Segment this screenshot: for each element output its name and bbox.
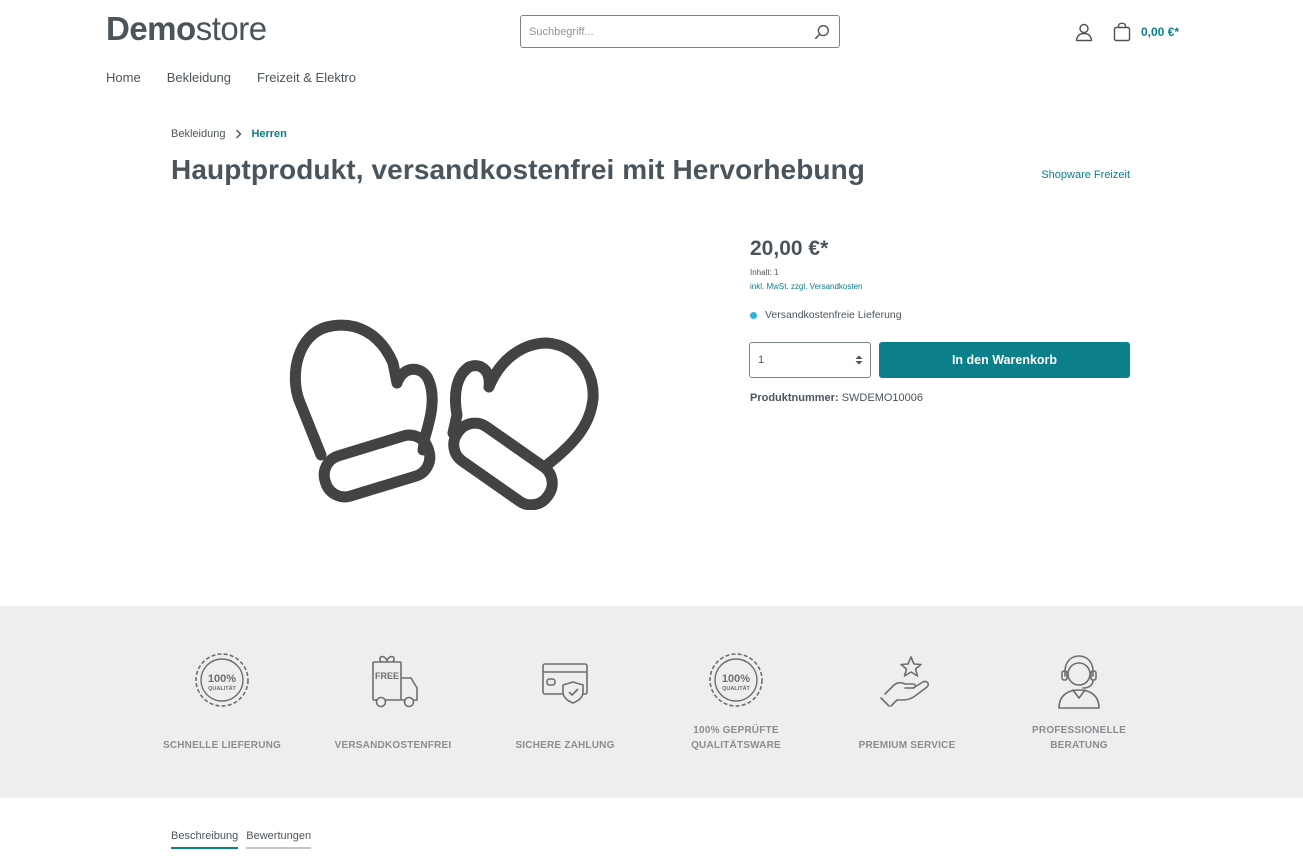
- seal-text-top: 100%: [208, 673, 236, 685]
- headset-agent-icon: [1058, 655, 1100, 709]
- seal-text-bottom: QUALITÄT: [208, 685, 236, 692]
- benefit-label: SCHNELLE LIEFERUNG: [162, 740, 282, 751]
- shopping-bag-icon: [1113, 22, 1131, 42]
- chevron-right-icon: [236, 129, 242, 139]
- nav-item-bekleidung[interactable]: Bekleidung: [167, 70, 231, 85]
- benefit-secure-payment: SICHERE ZAHLUNG: [479, 606, 651, 798]
- benefit-label: VERSANDKOSTENFREI: [334, 740, 452, 751]
- breadcrumb: Bekleidung Herren: [171, 128, 287, 140]
- secure-payment-card-icon: [542, 663, 588, 704]
- product-number-value: SWDEMO10006: [841, 392, 923, 404]
- logo-text-bold: Demo: [106, 10, 196, 47]
- benefits-section: 100% QUALITÄT SCHNELLE LIEFERUNG FREE VE…: [0, 606, 1303, 798]
- free-delivery-truck-icon: FREE: [372, 655, 418, 708]
- benefit-free-shipping: FREE VERSANDKOSTENFREI: [307, 606, 479, 798]
- benefit-label: SICHERE ZAHLUNG: [515, 740, 615, 751]
- tab-beschreibung[interactable]: Beschreibung: [171, 830, 239, 849]
- product-title: Hauptprodukt, versandkostenfrei mit Herv…: [171, 154, 866, 185]
- delivery-info: Versandkostenfreie Lieferung: [750, 309, 902, 321]
- benefit-professional-advice: PROFESSIONELLE BERATUNG: [993, 606, 1165, 798]
- cart-button[interactable]: 0,00 €*: [1112, 21, 1179, 43]
- benefit-label-line1: PROFESSIONELLE: [1032, 725, 1126, 736]
- store-logo[interactable]: Demostore: [106, 12, 267, 45]
- tax-shipping-link[interactable]: inkl. MwSt. zzgl. Versandkosten: [750, 282, 863, 291]
- tab-bewertungen[interactable]: Bewertungen: [246, 830, 312, 849]
- quantity-select[interactable]: 1: [749, 342, 871, 378]
- breadcrumb-item-herren[interactable]: Herren: [251, 128, 286, 140]
- quality-seal-icon: 100% QUALITÄT: [709, 653, 763, 707]
- benefit-premium-service: PREMIUM SERVICE: [821, 606, 993, 798]
- user-icon[interactable]: [1074, 22, 1094, 42]
- search-box: [520, 15, 840, 48]
- benefit-label-line1: 100% GEPRÜFTE: [693, 725, 779, 736]
- nav-item-freizeit-elektro[interactable]: Freizeit & Elektro: [257, 70, 356, 85]
- seal-text-top: 100%: [722, 673, 750, 685]
- benefit-label: PREMIUM SERVICE: [858, 740, 956, 751]
- seal-text-bottom: QUALITÄT: [722, 685, 750, 692]
- cart-total: 0,00 €*: [1141, 25, 1180, 39]
- add-to-cart-button[interactable]: In den Warenkorb: [879, 342, 1130, 378]
- quantity-value: 1: [758, 354, 765, 366]
- logo-text-light: store: [195, 10, 267, 47]
- product-number-label: Produktnummer:: [750, 392, 839, 404]
- product-detail-tabs: Beschreibung Bewertungen: [171, 830, 319, 849]
- main-navigation: Home Bekleidung Freizeit & Elektro: [106, 70, 382, 85]
- product-content-info: Inhalt: 1: [750, 268, 779, 277]
- search-input[interactable]: [521, 16, 801, 47]
- product-number: Produktnummer: SWDEMO10006: [750, 392, 923, 404]
- benefit-label-line2: QUALITÄTSWARE: [691, 740, 781, 751]
- sort-arrows-icon: [855, 355, 863, 365]
- benefit-label-line2: BERATUNG: [1050, 740, 1108, 751]
- delivery-status-dot: [750, 311, 757, 319]
- quality-seal-icon: 100% QUALITÄT: [195, 653, 249, 707]
- delivery-text: Versandkostenfreie Lieferung: [765, 309, 902, 321]
- benefit-fast-delivery: 100% QUALITÄT SCHNELLE LIEFERUNG: [136, 606, 308, 798]
- search-icon[interactable]: [813, 23, 831, 41]
- nav-item-home[interactable]: Home: [106, 70, 141, 85]
- manufacturer-link[interactable]: Shopware Freizeit: [1041, 169, 1130, 181]
- benefit-quality-goods: 100% QUALITÄT 100% GEPRÜFTE QUALITÄTSWAR…: [650, 606, 822, 798]
- breadcrumb-item-bekleidung[interactable]: Bekleidung: [171, 128, 225, 140]
- truck-text: FREE: [375, 671, 399, 681]
- star-hand-icon: [880, 656, 930, 707]
- mittens-icon[interactable]: [285, 315, 607, 510]
- product-price: 20,00 €*: [750, 237, 829, 260]
